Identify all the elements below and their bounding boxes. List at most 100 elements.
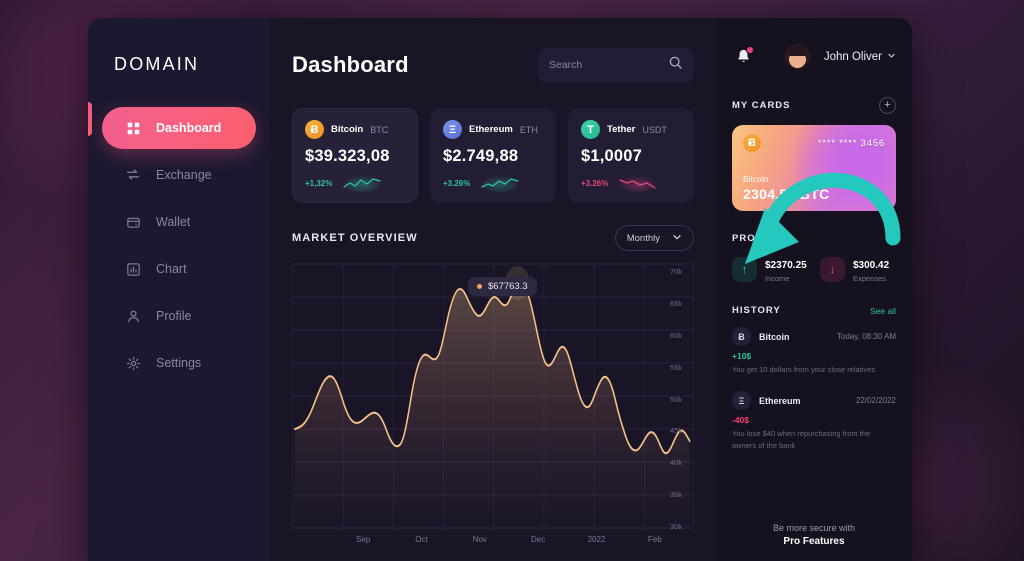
- coin-symbol: BTC: [370, 124, 389, 135]
- profit-income-text: $2370.25 Income: [765, 255, 807, 283]
- ethereum-icon: Ξ: [443, 120, 462, 139]
- chart-area-fill: [294, 281, 690, 531]
- bitcoin-icon: Ƀ: [305, 120, 324, 139]
- grid-icon: [124, 119, 142, 137]
- x-tick: Nov: [472, 535, 487, 544]
- x-tick: 2022: [587, 535, 606, 544]
- arrow-down-icon: ↓: [820, 256, 845, 282]
- user-menu[interactable]: John Oliver: [824, 51, 896, 63]
- y-tick: 55k: [670, 362, 683, 372]
- history-item-description: You lose $40 when repurchasing from the …: [732, 429, 871, 450]
- range-select[interactable]: Monthly: [614, 225, 694, 251]
- card-amount: 2304.56 BTC: [743, 186, 830, 202]
- credit-card[interactable]: Ƀ **** **** 3456 Bitcoin 2304.56 BTC: [732, 125, 896, 211]
- sidebar-item-label: Dashboard: [156, 121, 222, 135]
- chart-icon: [124, 260, 142, 278]
- history-item[interactable]: Ƀ Bitcoin Today, 08:30 AM +10$ You get 1…: [732, 327, 896, 375]
- profile-icon: [124, 307, 142, 325]
- y-tick: 40k: [670, 458, 683, 468]
- profit-label: PROFIT: [732, 233, 773, 244]
- history-item[interactable]: Ξ Ethereum 22/02/2022 -40$ You lose $40 …: [732, 391, 896, 451]
- y-tick: 50k: [670, 394, 683, 404]
- sparkline-up: [479, 175, 521, 192]
- bell-icon[interactable]: [732, 45, 754, 68]
- profit-value: $2370.25: [765, 260, 807, 271]
- history-item-amount: +10$: [732, 351, 752, 361]
- profit-caption: Expenses: [853, 274, 886, 283]
- coin-name: Bitcoin: [331, 124, 364, 135]
- ethereum-icon: Ξ: [732, 391, 751, 411]
- coin-card-ethereum[interactable]: Ξ Ethereum ETH $2.749,88 +3.26%: [430, 108, 556, 203]
- coin-card-tether[interactable]: T Tether USDT $1,0007 +3.26%: [568, 108, 694, 203]
- see-all-link[interactable]: See all: [870, 306, 896, 316]
- chart-x-axis: Sep Oct Nov Dec 2022 Feb: [292, 535, 694, 544]
- main-header: Dashboard: [292, 48, 694, 82]
- avatar[interactable]: [784, 44, 810, 69]
- sidebar-nav: Dashboard Exchange Wallet Chart Profile …: [88, 107, 270, 384]
- sidebar-item-label: Wallet: [156, 215, 191, 229]
- sidebar-item-settings[interactable]: Settings: [102, 342, 256, 384]
- sidebar: DOMAIN Dashboard Exchange Wallet Chart P…: [88, 18, 270, 561]
- coin-change: +3.26%: [443, 179, 471, 188]
- coin-name: Ethereum: [469, 124, 513, 135]
- search-icon[interactable]: [668, 55, 683, 75]
- rail-header: John Oliver: [732, 44, 896, 69]
- gear-icon: [124, 354, 142, 372]
- history-item-header: Ξ Ethereum 22/02/2022: [732, 391, 896, 411]
- chart-canvas: [292, 263, 694, 531]
- coin-price: $2.749,88: [443, 147, 519, 165]
- sidebar-item-wallet[interactable]: Wallet: [102, 201, 256, 243]
- right-panel: John Oliver MY CARDS + Ƀ **** **** 3456 …: [716, 18, 912, 561]
- coin-card-bitcoin[interactable]: Ƀ Bitcoin BTC $39.323,08 +1,32%: [292, 108, 418, 203]
- chevron-down-icon: [887, 51, 896, 63]
- y-tick: 45k: [670, 426, 683, 436]
- market-overview-title: MARKET OVERVIEW: [292, 232, 418, 244]
- sidebar-item-label: Chart: [156, 262, 187, 276]
- tether-icon: T: [581, 120, 600, 139]
- coin-card-footer: +3.26%: [443, 175, 543, 192]
- coin-card-header: Ƀ Bitcoin BTC: [305, 120, 405, 139]
- bitcoin-icon: Ƀ: [732, 327, 751, 346]
- coin-card-list: Ƀ Bitcoin BTC $39.323,08 +1,32% Ξ Ethere…: [292, 108, 694, 203]
- profit-value: $300.42: [853, 260, 890, 271]
- y-tick: 30k: [670, 522, 683, 531]
- brand-logo: DOMAIN: [114, 54, 200, 74]
- x-tick: Sep: [356, 535, 371, 544]
- profit-header: PROFIT: [732, 233, 896, 244]
- x-tick: Oct: [415, 535, 428, 544]
- profit-income[interactable]: ↑ $2370.25 Income: [732, 255, 808, 283]
- chevron-down-icon: [672, 232, 682, 245]
- plus-icon[interactable]: +: [879, 97, 896, 114]
- x-tick: Feb: [647, 535, 662, 544]
- tooltip-dot-icon: [477, 284, 482, 289]
- history-item-name: Ethereum: [759, 395, 801, 406]
- coin-card-header: Ξ Ethereum ETH: [443, 120, 543, 139]
- sidebar-item-dashboard[interactable]: Dashboard: [102, 107, 256, 149]
- x-tick: Dec: [531, 535, 546, 544]
- coin-change: +1,32%: [305, 179, 333, 188]
- history-header: HISTORY See all: [732, 305, 896, 316]
- coin-price: $1,0007: [581, 147, 643, 165]
- y-tick: 70k: [670, 267, 683, 276]
- market-chart[interactable]: $67763.3 70k 65k 60k 55k 50k 45k 40k 35k…: [292, 263, 694, 561]
- range-select-value: Monthly: [626, 232, 660, 244]
- sidebar-item-profile[interactable]: Profile: [102, 295, 256, 337]
- page-title: Dashboard: [292, 52, 409, 77]
- sparkline-up: [341, 175, 383, 192]
- coin-symbol: ETH: [519, 124, 538, 135]
- search-bar[interactable]: [538, 48, 694, 82]
- promo-line-2: Pro Features: [783, 536, 845, 547]
- history-item-header: Ƀ Bitcoin Today, 08:30 AM: [732, 327, 896, 346]
- sidebar-item-label: Profile: [156, 309, 192, 323]
- promo-banner[interactable]: Be more secure with Pro Features: [716, 523, 912, 547]
- search-input[interactable]: [549, 59, 660, 71]
- card-coin-label: Bitcoin: [743, 174, 769, 184]
- sidebar-item-chart[interactable]: Chart: [102, 248, 256, 290]
- profit-expenses[interactable]: ↓ $300.42 Expenses: [820, 255, 896, 283]
- coin-symbol: USDT: [642, 124, 667, 135]
- sidebar-item-exchange[interactable]: Exchange: [102, 154, 256, 196]
- active-item-accent: [88, 102, 92, 136]
- main-content: Dashboard Ƀ Bitcoin BTC $39.323,08 +1,32…: [270, 18, 716, 561]
- sidebar-item-label: Settings: [156, 356, 202, 370]
- y-tick: 35k: [670, 490, 683, 500]
